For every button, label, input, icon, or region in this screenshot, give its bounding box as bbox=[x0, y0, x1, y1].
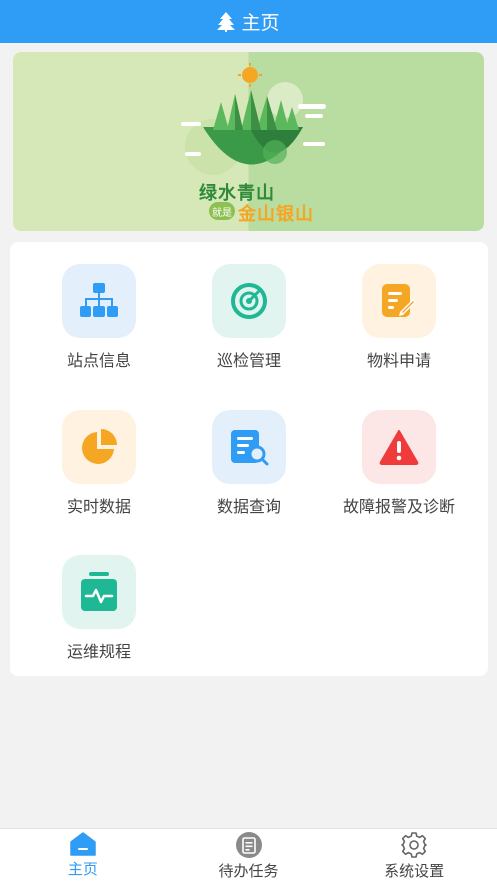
feature-grid: 站点信息 巡检管理 物料申请 实时数据 数据查询 故障报警及诊断 运维规程 bbox=[10, 242, 488, 676]
pulse-case-icon bbox=[81, 572, 117, 611]
home-icon bbox=[70, 832, 96, 856]
warning-icon bbox=[379, 430, 419, 465]
tile-site-info[interactable]: 站点信息 bbox=[24, 264, 174, 384]
document-search-icon bbox=[231, 430, 269, 466]
tile-label: 站点信息 bbox=[66, 351, 131, 370]
tab-label: 系统设置 bbox=[384, 862, 445, 880]
gear-icon bbox=[401, 832, 427, 858]
tab-system-settings[interactable]: 系统设置 bbox=[331, 829, 497, 883]
tab-label: 主页 bbox=[67, 860, 98, 878]
bottom-tab-bar: 主页 待办任务 系统设置 bbox=[0, 828, 497, 883]
banner-slogan-line2: 金山银山 bbox=[238, 204, 314, 225]
tile-icon-box bbox=[62, 410, 136, 484]
tab-label: 待办任务 bbox=[218, 862, 279, 880]
tab-home[interactable]: 主页 bbox=[0, 829, 166, 883]
banner-slogan-tag: 就是 bbox=[209, 202, 235, 220]
top-header: 主页 bbox=[0, 0, 497, 43]
tile-icon-box bbox=[62, 555, 136, 629]
tree-icon bbox=[217, 11, 236, 32]
tile-data-query[interactable]: 数据查询 bbox=[174, 410, 324, 530]
tile-material-request[interactable]: 物料申请 bbox=[324, 264, 474, 384]
page-title: 主页 bbox=[241, 12, 280, 34]
tile-icon-box bbox=[212, 264, 286, 338]
banner[interactable]: 绿水青山 就是 金山银山 bbox=[13, 52, 484, 231]
pie-chart-icon bbox=[82, 429, 117, 464]
tile-icon-box bbox=[62, 264, 136, 338]
tile-fault-alarm[interactable]: 故障报警及诊断 bbox=[324, 410, 474, 530]
tile-icon-box bbox=[362, 410, 436, 484]
tile-label: 巡检管理 bbox=[216, 351, 281, 370]
edit-document-icon bbox=[382, 284, 416, 317]
tile-label: 故障报警及诊断 bbox=[342, 497, 455, 516]
tile-label: 运维规程 bbox=[66, 642, 131, 661]
tile-realtime-data[interactable]: 实时数据 bbox=[24, 410, 174, 530]
sitemap-icon bbox=[80, 283, 118, 317]
tile-label: 实时数据 bbox=[66, 497, 131, 516]
tab-pending-tasks[interactable]: 待办任务 bbox=[166, 829, 332, 883]
tile-inspection[interactable]: 巡检管理 bbox=[174, 264, 324, 384]
tile-label: 物料申请 bbox=[366, 351, 431, 370]
task-list-icon bbox=[235, 832, 262, 858]
tile-icon-box bbox=[212, 410, 286, 484]
tile-icon-box bbox=[362, 264, 436, 338]
radar-icon bbox=[231, 283, 267, 319]
tile-label: 数据查询 bbox=[216, 497, 281, 516]
tile-maintenance-rules[interactable]: 运维规程 bbox=[24, 555, 174, 675]
